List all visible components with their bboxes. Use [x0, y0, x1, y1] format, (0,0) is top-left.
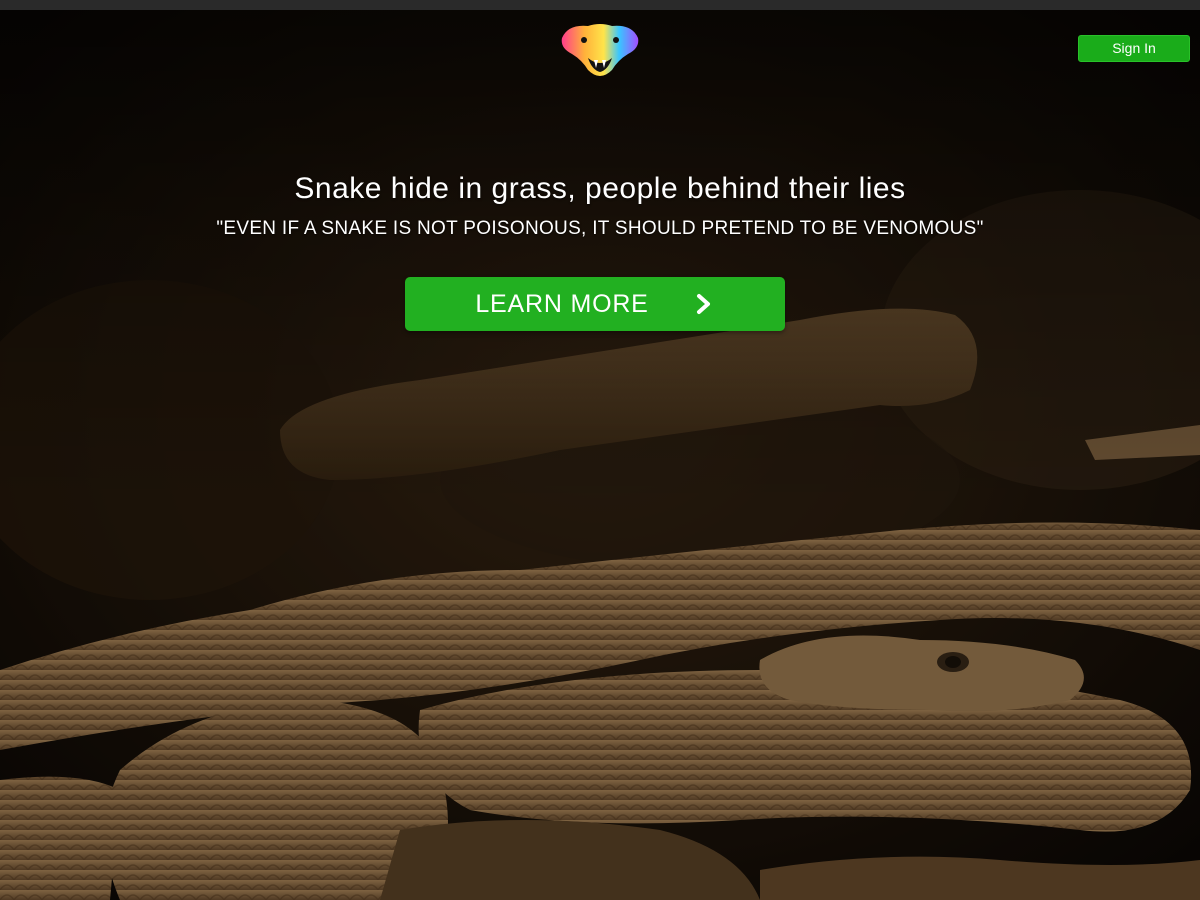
browser-top-strip	[0, 0, 1200, 10]
learn-more-button[interactable]: LEARN MORE	[405, 277, 785, 331]
learn-more-label: LEARN MORE	[475, 289, 649, 318]
chevron-right-icon	[693, 293, 715, 315]
hero-background-image	[0, 10, 1200, 900]
landing-page: Sign In Snake hide in grass, people behi…	[0, 0, 1200, 900]
hero-headline: Snake hide in grass, people behind their…	[294, 172, 906, 205]
snake-head-logo-icon[interactable]	[558, 20, 642, 78]
sign-in-button[interactable]: Sign In	[1078, 35, 1190, 62]
hero-quote: "EVEN IF A SNAKE IS NOT POISONOUS, IT SH…	[216, 218, 984, 239]
